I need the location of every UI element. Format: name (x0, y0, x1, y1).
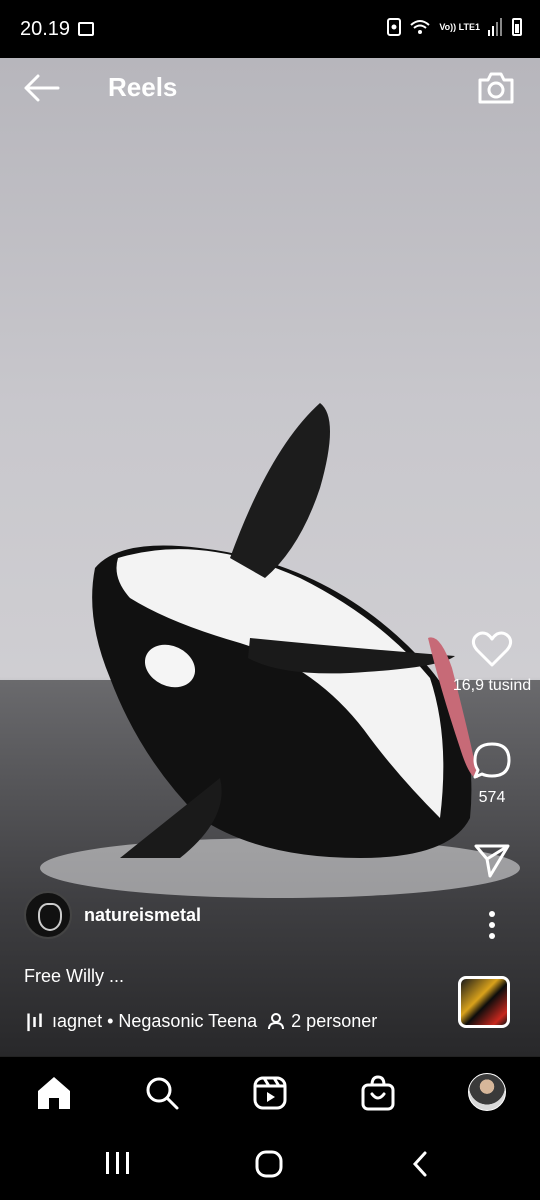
collaborators-label[interactable]: 2 personer (291, 1011, 377, 1032)
camera-icon[interactable] (476, 68, 516, 108)
comment-icon[interactable] (471, 740, 513, 780)
signal-icon (488, 18, 502, 36)
username[interactable]: natureismetal (84, 905, 201, 926)
heart-icon[interactable] (471, 630, 513, 668)
search-icon[interactable] (142, 1073, 182, 1113)
avatar[interactable] (24, 891, 72, 939)
shop-icon[interactable] (358, 1073, 398, 1113)
author-row[interactable]: natureismetal (24, 890, 201, 940)
recent-apps-icon[interactable] (104, 1150, 132, 1176)
like-action[interactable]: 16,9 tusind (444, 630, 540, 695)
audio-thumbnail[interactable] (458, 976, 510, 1028)
system-navigation (0, 1128, 540, 1200)
bottom-navigation (0, 1056, 540, 1128)
back-arrow-icon[interactable] (18, 70, 66, 106)
wifi-icon (410, 20, 430, 34)
sim-icon (387, 18, 402, 36)
comment-action[interactable]: 574 (444, 740, 540, 807)
home-icon[interactable] (34, 1073, 74, 1113)
home-button-icon[interactable] (254, 1150, 284, 1178)
audio-bars-icon: |ıl (26, 1010, 45, 1031)
system-back-icon[interactable] (410, 1150, 430, 1178)
status-bar: 20.19 Vo)) LTE1 (0, 0, 540, 58)
caption[interactable]: Free Willy ... (24, 966, 124, 987)
reels-icon[interactable] (250, 1073, 290, 1113)
more-vertical-icon[interactable] (487, 910, 497, 940)
person-icon (268, 1013, 285, 1030)
more-action[interactable] (444, 910, 540, 945)
gallery-notification-icon (78, 22, 94, 36)
share-action[interactable] (444, 842, 540, 885)
reels-header: Reels (0, 58, 540, 118)
profile-avatar[interactable] (468, 1073, 506, 1111)
music-row[interactable]: |ıl ıagnet • Negasonic Teena 2 personer (26, 1009, 446, 1033)
status-icons: Vo)) LTE1 (387, 18, 522, 36)
comment-count: 574 (478, 789, 506, 806)
send-icon[interactable] (472, 842, 512, 880)
battery-icon (512, 18, 522, 36)
status-time: 20.19 (20, 18, 71, 40)
music-title[interactable]: ıagnet • Negasonic Teena (52, 1011, 257, 1032)
page-title: Reels (108, 72, 178, 102)
like-count: 16,9 tusind (452, 677, 532, 694)
network-label: Vo)) LTE1 (439, 21, 480, 32)
